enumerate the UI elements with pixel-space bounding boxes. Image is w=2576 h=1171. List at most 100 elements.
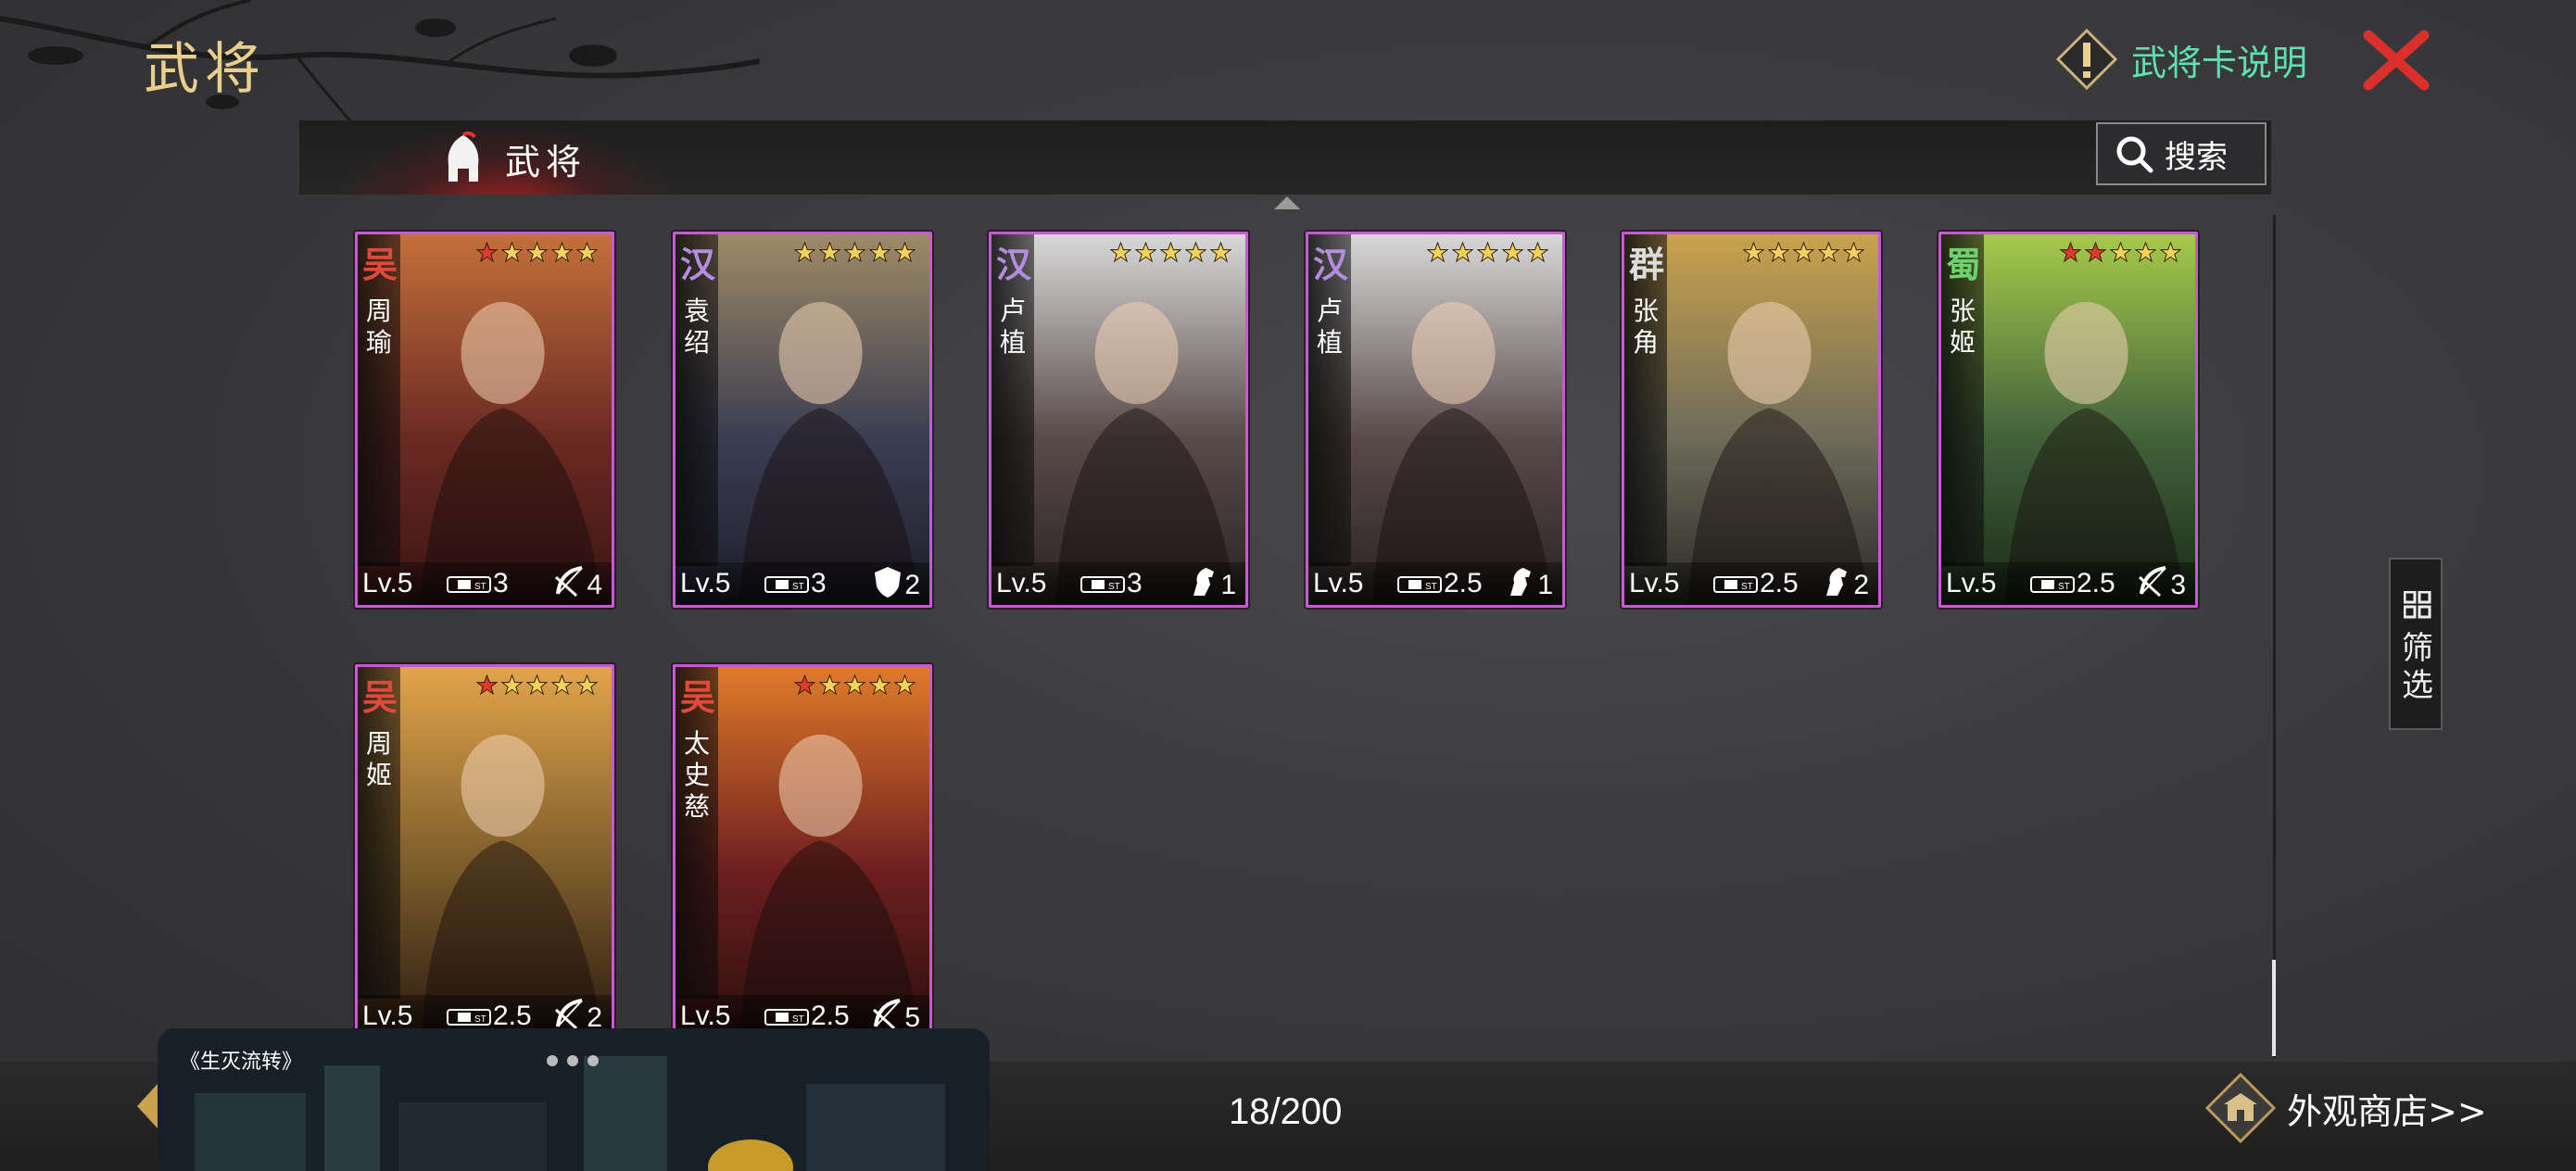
- star-icon: [1793, 242, 1814, 263]
- name-column: 吴 周姬: [358, 667, 400, 999]
- caret-up-icon: [1274, 196, 1300, 209]
- cost-icon: ST: [1080, 576, 1125, 593]
- filter-button[interactable]: 筛选: [2389, 558, 2443, 730]
- general-card[interactable]: 吴 太史慈 Lv.5 ST 2.5 5: [673, 664, 932, 1040]
- svg-text:ST: ST: [1425, 582, 1437, 592]
- cost-icon: ST: [1397, 576, 1442, 593]
- name-column: 蜀 张姬: [1941, 234, 1984, 566]
- shop-label: 外观商店>>: [2287, 1090, 2487, 1132]
- name-column: 汉 卢植: [991, 234, 1034, 566]
- search-icon: [2116, 136, 2153, 173]
- general-card[interactable]: 吴 周瑜 Lv.5 ST 3 4: [355, 232, 614, 608]
- star-icon: [526, 674, 548, 696]
- star-icon: [819, 242, 840, 263]
- copy-count: 1: [1220, 570, 1236, 600]
- star-icon: [1427, 242, 1448, 263]
- name-column: 吴 太史慈: [676, 667, 718, 999]
- name-column: 汉 袁绍: [676, 234, 718, 566]
- more-icon[interactable]: [545, 1054, 600, 1067]
- star-icon: [844, 674, 865, 696]
- star-icon: [1843, 242, 1864, 263]
- card-help-button[interactable]: 武将卡说明: [2055, 28, 2307, 91]
- svg-text:ST: ST: [1108, 582, 1120, 592]
- cost-value: 3: [1127, 568, 1143, 598]
- svg-text:ST: ST: [792, 1014, 804, 1025]
- general-card[interactable]: 吴 周姬 Lv.5 ST 2.5 2: [355, 664, 614, 1040]
- name-column: 汉 卢植: [1308, 234, 1351, 566]
- shop-icon: [2205, 1073, 2276, 1143]
- svg-text:ST: ST: [1741, 582, 1753, 592]
- general-card[interactable]: 汉 卢植 Lv.5 ST 2.5 1: [1306, 232, 1565, 608]
- tab-label: 武将: [505, 142, 587, 183]
- star-icon: [1160, 242, 1181, 263]
- star-icon: [551, 242, 573, 263]
- general-card[interactable]: 蜀 张姬 Lv.5 ST 2.5 3: [1938, 232, 2198, 608]
- star-rating: [1739, 242, 1869, 264]
- copy-count: 1: [1537, 570, 1553, 600]
- level-label: Lv.5: [362, 568, 413, 598]
- star-icon: [2110, 242, 2131, 263]
- general-name: 太史慈: [683, 728, 710, 822]
- star-icon: [1768, 242, 1789, 263]
- star-rating: [473, 674, 602, 697]
- general-card[interactable]: 汉 袁绍 Lv.5 ST 3 2: [673, 232, 932, 608]
- faction-label: 吴: [361, 244, 398, 285]
- star-icon: [1185, 242, 1206, 263]
- svg-text:ST: ST: [2058, 582, 2070, 592]
- video-overlay[interactable]: 《生灭流转》: [158, 1028, 990, 1171]
- faction-label: 吴: [679, 676, 715, 718]
- copy-count: 2: [904, 570, 920, 600]
- cost-value: 2.5: [811, 1001, 850, 1031]
- general-card[interactable]: 汉 卢植 Lv.5 ST 3 1: [989, 232, 1248, 608]
- star-icon: [476, 242, 498, 263]
- star-rating: [1106, 242, 1236, 264]
- star-icon: [2060, 242, 2081, 263]
- star-rating: [473, 242, 602, 264]
- svg-text:ST: ST: [474, 1014, 486, 1025]
- star-icon: [819, 674, 840, 696]
- copy-count: 2: [1853, 570, 1869, 600]
- faction-label: 吴: [361, 676, 398, 718]
- level-label: Lv.5: [680, 568, 731, 598]
- general-card[interactable]: 群 张角 Lv.5 ST 2.5 2: [1622, 232, 1881, 608]
- close-icon[interactable]: [2361, 30, 2431, 91]
- tab-generals[interactable]: 武将: [327, 120, 679, 195]
- level-label: Lv.5: [1946, 568, 1997, 598]
- bow-icon: [2138, 566, 2166, 598]
- cost-value: 2.5: [1444, 568, 1483, 598]
- star-icon: [551, 674, 573, 696]
- bow-icon: [872, 999, 901, 1030]
- cost-value: 2.5: [493, 1001, 532, 1031]
- scrollbar[interactable]: [2272, 960, 2276, 1056]
- level-label: Lv.5: [680, 1001, 731, 1031]
- star-icon: [869, 674, 890, 696]
- horse-icon: [1510, 568, 1531, 596]
- faction-label: 群: [1628, 244, 1664, 285]
- appearance-shop-button[interactable]: 外观商店>>: [2205, 1073, 2487, 1143]
- star-icon: [894, 674, 915, 696]
- star-icon: [2085, 242, 2106, 263]
- cost-icon: ST: [2030, 576, 2075, 593]
- star-icon: [476, 674, 498, 696]
- star-icon: [1110, 242, 1131, 263]
- bow-icon: [554, 566, 583, 598]
- star-icon: [1210, 242, 1231, 263]
- svg-text:ST: ST: [474, 582, 486, 592]
- filter-label: 筛选: [2402, 630, 2433, 704]
- general-name: 周瑜: [365, 296, 392, 358]
- video-title: 《生灭流转》: [180, 1051, 303, 1074]
- svg-text:ST: ST: [792, 582, 804, 592]
- faction-label: 蜀: [1945, 244, 1981, 285]
- star-rating: [790, 674, 920, 697]
- page-title: 武将: [144, 37, 266, 102]
- cost-value: 2.5: [2077, 568, 2115, 598]
- cost-value: 3: [493, 568, 509, 598]
- exclamation-icon: [2055, 28, 2118, 91]
- name-column: 吴 周瑜: [358, 234, 400, 566]
- star-icon: [1743, 242, 1764, 263]
- search-button[interactable]: 搜索: [2096, 122, 2267, 185]
- horse-icon: [1826, 568, 1847, 596]
- cost-icon: ST: [764, 1009, 809, 1026]
- star-rating: [790, 242, 920, 264]
- cost-icon: ST: [447, 1009, 491, 1026]
